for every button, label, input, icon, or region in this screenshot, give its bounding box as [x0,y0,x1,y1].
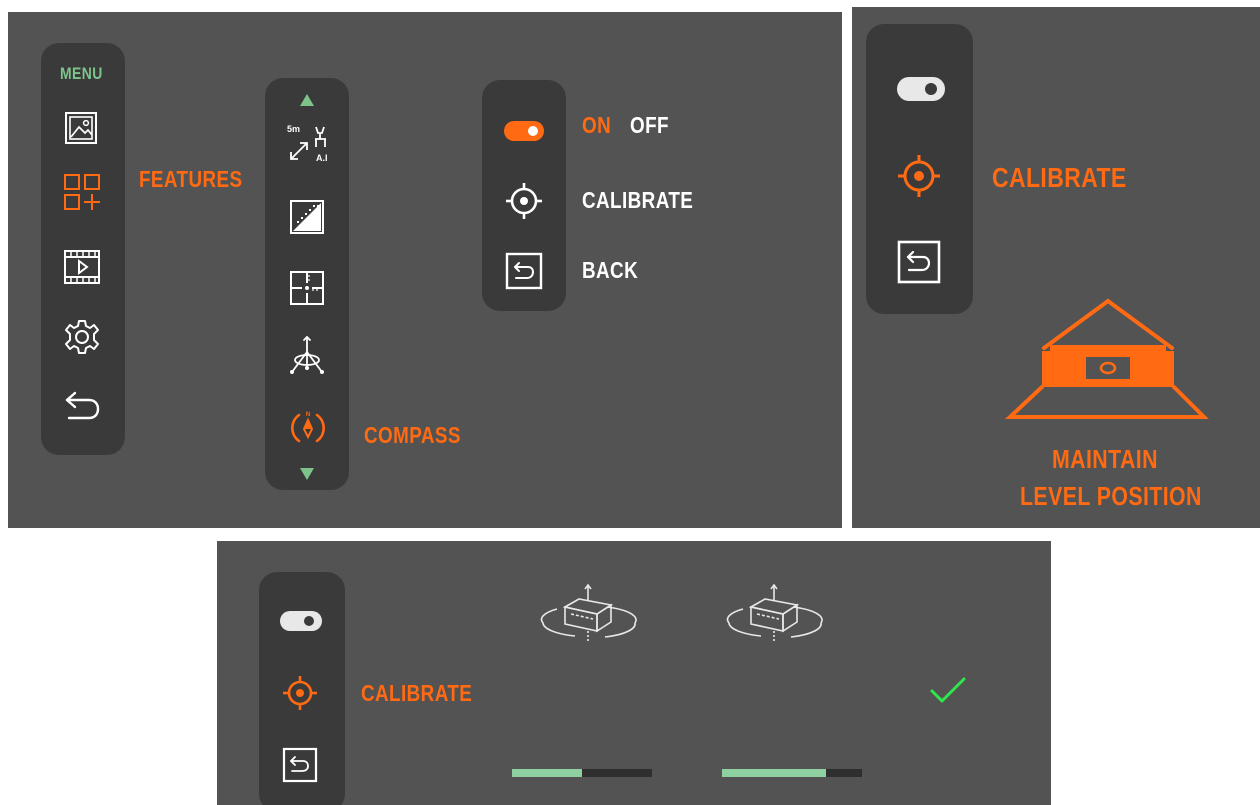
calibrate-level-panel: CALIBRATE MAINTAIN LEVEL POSITION [852,7,1260,528]
back-box-icon[interactable] [505,252,543,290]
off-option[interactable]: OFF [630,112,669,139]
checkmark-icon [930,677,966,703]
calibrate-label: CALIBRATE [361,680,473,706]
crosshair-grid-icon[interactable] [289,270,325,306]
compass-icon[interactable]: N [288,408,328,448]
scroll-down-arrow-icon[interactable] [299,467,315,481]
toggle-on-icon[interactable] [503,119,545,143]
pixel-gradient-icon[interactable] [289,199,325,235]
crosshair-target-icon[interactable] [896,153,942,199]
calibration-progress-bar-1 [512,769,652,777]
crosshair-target-icon[interactable] [281,674,319,712]
ai-icon-tag-text: A.I [316,153,328,163]
features-grid-plus-icon[interactable] [62,172,102,212]
features-label: FEATURES [139,166,243,192]
menu-panel: MENU FEATURES 5m A.I N COMPASS ON OFF CA… [8,12,842,528]
back-box-icon[interactable] [282,747,318,783]
scroll-up-arrow-icon[interactable] [299,93,315,107]
toggle-off-icon[interactable] [279,609,323,633]
progress-fill-2 [722,769,826,777]
calibration-progress-panel: CALIBRATE [217,541,1051,805]
compass-label: COMPASS [364,422,461,448]
rotate-device-icon [726,583,823,643]
on-option[interactable]: ON [582,112,611,139]
tripod-icon[interactable] [287,334,327,378]
back-box-icon[interactable] [897,240,941,284]
ai-rangefinder-deer-icon[interactable]: 5m A.I [285,119,331,165]
maintain-level-line2: LEVEL POSITION [1020,481,1202,511]
svg-text:N: N [306,412,310,418]
rotate-device-icon [540,583,637,643]
video-icon[interactable] [62,248,102,286]
toggle-off-icon[interactable] [896,76,946,102]
gear-icon[interactable] [63,318,101,356]
menu-title: MENU [60,64,103,83]
progress-fill-1 [512,769,582,777]
back-option[interactable]: BACK [582,257,638,284]
calibrate-label: CALIBRATE [992,162,1127,193]
crosshair-target-icon[interactable] [504,181,544,221]
maintain-level-line1: MAINTAIN [1052,444,1158,474]
calibration-progress-bar-2 [722,769,862,777]
level-position-icon [1004,298,1209,419]
ai-icon-range-text: 5m [287,124,300,134]
gallery-icon[interactable] [63,110,99,146]
back-arrow-icon[interactable] [63,389,101,423]
calibrate-option[interactable]: CALIBRATE [582,187,693,214]
